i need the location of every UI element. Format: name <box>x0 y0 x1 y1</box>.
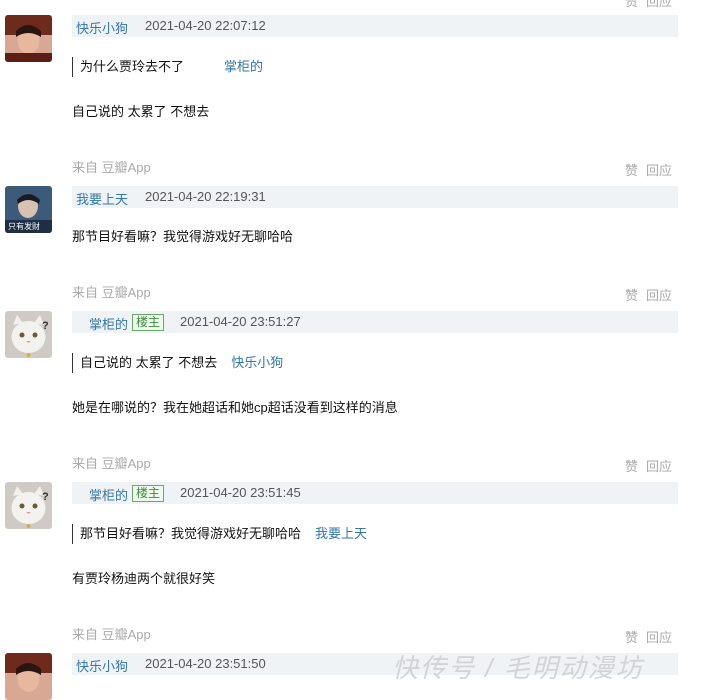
comment-time: 2021-04-20 23:51:50 <box>145 656 266 671</box>
comment-header: 快乐小狗 2021-04-20 22:07:12 <box>72 15 678 37</box>
reply-link[interactable]: 回应 <box>646 630 672 645</box>
comment-source: 来自 豆瓣App <box>72 160 151 175</box>
reply-link[interactable]: 回应 <box>646 163 672 178</box>
comment-time: 2021-04-20 22:19:31 <box>145 189 266 204</box>
comment-source: 来自 豆瓣App <box>72 627 151 642</box>
avatar[interactable]: ? <box>5 482 52 529</box>
username-link[interactable]: 快乐小狗 <box>76 656 128 675</box>
top-comment-actions: 赞回应 <box>625 0 672 10</box>
username-link[interactable]: 掌柜的 <box>89 485 128 504</box>
op-badge: 楼主 <box>132 314 165 331</box>
comment-header: 掌柜的 楼主 2021-04-20 23:51:27 <box>72 311 678 333</box>
comment-actions: 赞回应 <box>625 627 672 646</box>
quoted-reply: 那节目好看嘛？我觉得游戏好无聊哈哈 我要上天 <box>72 524 367 544</box>
reply-link[interactable]: 回应 <box>646 288 672 303</box>
reply-link[interactable]: 回应 <box>646 0 672 9</box>
avatar[interactable] <box>5 15 52 62</box>
quoted-author-link[interactable]: 快乐小狗 <box>231 355 283 370</box>
comment-text: 那节目好看嘛？我觉得游戏好无聊哈哈 <box>72 229 294 244</box>
like-link[interactable]: 赞 <box>625 163 638 178</box>
comment-time: 2021-04-20 22:07:12 <box>145 18 266 33</box>
username-link[interactable]: 快乐小狗 <box>76 18 128 37</box>
comment-actions: 赞回应 <box>625 285 672 304</box>
avatar-cat-icon: ? <box>5 311 52 358</box>
avatar-caption: 只有发财 <box>8 222 40 231</box>
comment-source: 来自 豆瓣App <box>72 285 151 300</box>
username-link[interactable]: 掌柜的 <box>89 314 128 333</box>
quoted-text: 那节目好看嘛？我觉得游戏好无聊哈哈 <box>80 526 302 541</box>
comment-time: 2021-04-20 23:51:45 <box>180 485 301 500</box>
watermark: 快传号 / 毛明动漫坊 <box>392 653 644 683</box>
comment-text: 她是在哪说的？我在她超话和她cp超话没看到这样的消息 <box>72 400 398 415</box>
comment-text: 自己说的 太累了 不想去 <box>72 104 210 119</box>
svg-text:?: ? <box>42 491 49 503</box>
comment-time: 2021-04-20 23:51:27 <box>180 314 301 329</box>
comment-header: 掌柜的 楼主 2021-04-20 23:51:45 <box>72 482 678 504</box>
avatar-man-red-icon <box>5 653 52 700</box>
quoted-reply: 自己说的 太累了 不想去 快乐小狗 <box>72 353 283 373</box>
avatar[interactable]: ? <box>5 311 52 358</box>
like-link[interactable]: 赞 <box>625 630 638 645</box>
avatar-man-red-icon <box>5 15 52 62</box>
avatar[interactable] <box>5 653 52 700</box>
avatar[interactable]: 只有发财 <box>5 186 52 233</box>
reply-link[interactable]: 回应 <box>646 459 672 474</box>
quoted-reply: 为什么贾玲去不了 掌柜的 <box>72 57 263 77</box>
comment-source: 来自 豆瓣App <box>72 456 151 471</box>
like-link[interactable]: 赞 <box>625 0 638 9</box>
quoted-author-link[interactable]: 掌柜的 <box>224 59 263 74</box>
comment-actions: 赞回应 <box>625 160 672 179</box>
quoted-text: 自己说的 太累了 不想去 <box>80 355 218 370</box>
like-link[interactable]: 赞 <box>625 288 638 303</box>
avatar-cat-icon: ? <box>5 482 52 529</box>
comment-header: 我要上天 2021-04-20 22:19:31 <box>72 186 678 208</box>
comment-actions: 赞回应 <box>625 456 672 475</box>
username-link[interactable]: 我要上天 <box>76 189 128 208</box>
svg-text:?: ? <box>42 320 49 332</box>
quoted-text: 为什么贾玲去不了 <box>80 59 185 74</box>
comment-text: 有贾玲杨迪两个就很好笑 <box>72 571 216 586</box>
like-link[interactable]: 赞 <box>625 459 638 474</box>
quoted-author-link[interactable]: 我要上天 <box>315 526 367 541</box>
op-badge: 楼主 <box>132 485 165 502</box>
